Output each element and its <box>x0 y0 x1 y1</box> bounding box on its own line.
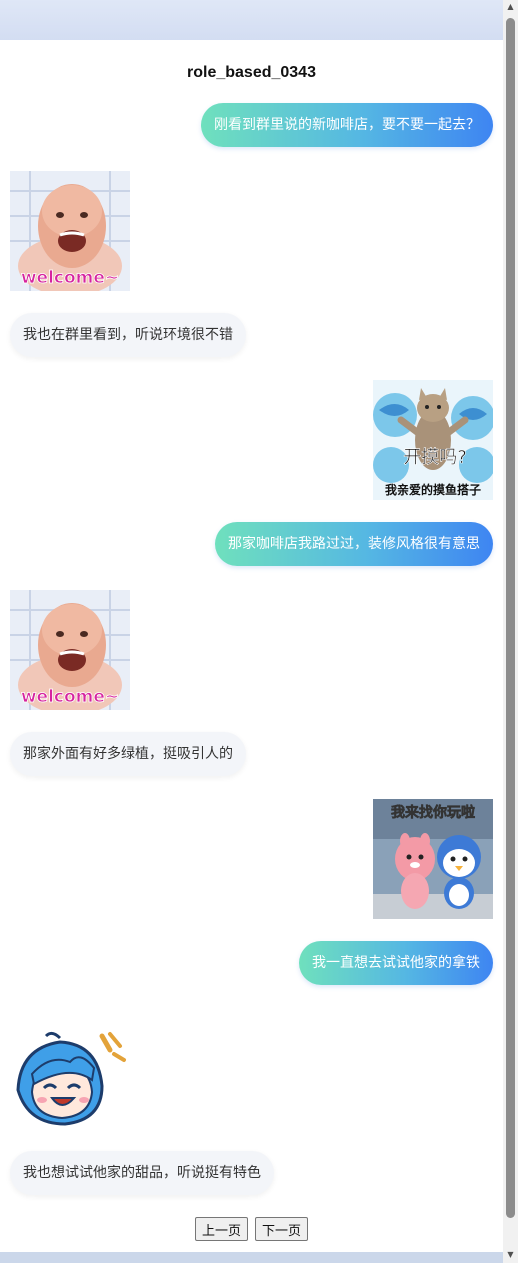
sticker-caption: 我来找你玩啦 <box>391 804 475 821</box>
scrollbar-thumb[interactable] <box>506 18 515 1218</box>
sticker-subcaption: 我亲爱的摸鱼搭子 <box>385 482 481 497</box>
welcome-baby-sticker[interactable]: welcome~ <box>10 171 130 291</box>
message-bubble-outgoing: 刚看到群里说的新咖啡店，要不要一起去？ <box>201 103 493 147</box>
message-bubble-incoming: 我也在群里看到，听说环境很不错 <box>10 313 246 357</box>
cat-fish-sticker[interactable]: 开摸吗? 我亲爱的摸鱼搭子 <box>373 380 493 500</box>
bottom-band <box>0 1252 503 1263</box>
sticker-caption: welcome~ <box>21 687 119 707</box>
message-bubble-incoming: 我也想试试他家的甜品，听说挺有特色 <box>10 1151 274 1195</box>
message-bubble-outgoing: 那家咖啡店我路过过，装修风格很有意思 <box>215 522 493 566</box>
scroll-down-arrow-icon[interactable]: ▼ <box>505 1250 516 1260</box>
top-band <box>0 0 503 40</box>
message-bubble-incoming: 那家外面有好多绿植，挺吸引人的 <box>10 732 246 776</box>
message-bubble-outgoing: 我一直想去试试他家的拿铁 <box>299 941 493 985</box>
pagination: 上一页 下一页 <box>0 1217 503 1241</box>
prev-page-button[interactable]: 上一页 <box>194 1217 248 1241</box>
scroll-up-arrow-icon[interactable]: ▲ <box>505 2 516 12</box>
chat-page[interactable]: role_based_0343 刚看到群里说的新咖啡店，要不要一起去？ welc… <box>0 40 503 1252</box>
next-page-button[interactable]: 下一页 <box>255 1217 309 1241</box>
pororo-sticker[interactable]: 我来找你玩啦 <box>373 799 493 919</box>
page-title: role_based_0343 <box>187 64 316 81</box>
sticker-caption: 开摸吗? <box>403 447 467 468</box>
blue-hair-girl-laugh-sticker[interactable] <box>10 1028 130 1148</box>
welcome-baby-sticker[interactable]: welcome~ <box>10 590 130 710</box>
sticker-caption: welcome~ <box>21 268 119 288</box>
